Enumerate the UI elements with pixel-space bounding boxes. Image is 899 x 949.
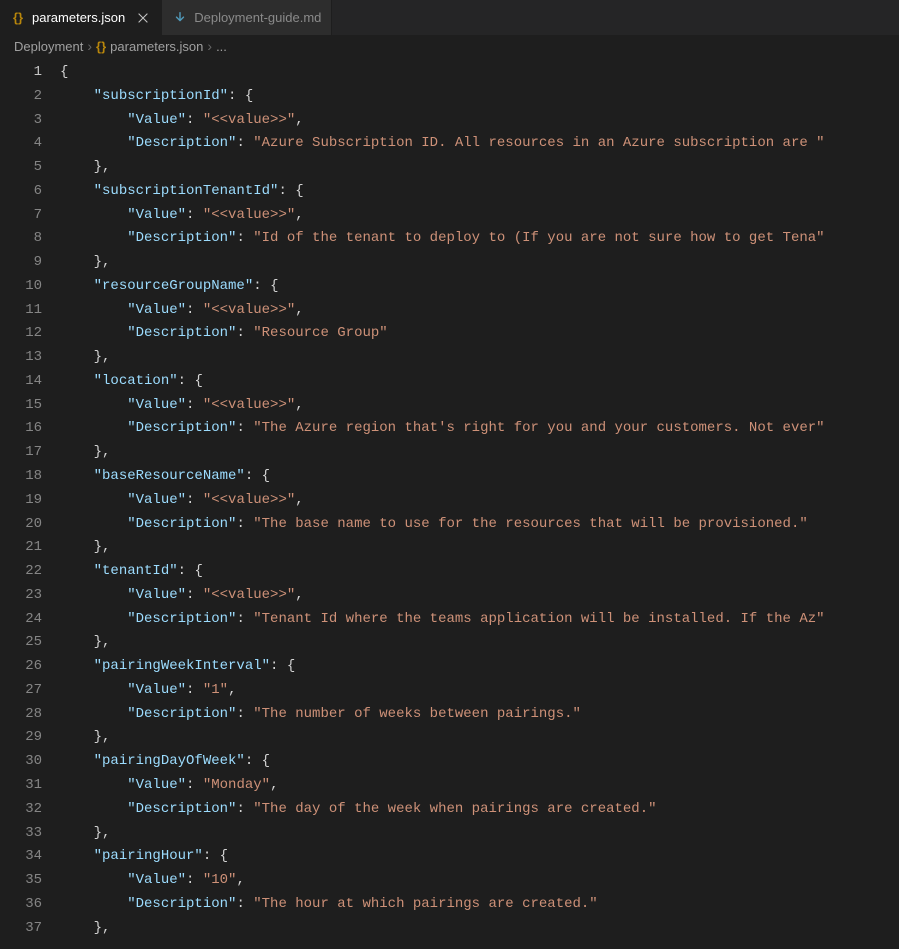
code-line[interactable]: "Description": "The number of weeks betw… <box>60 703 899 727</box>
line-number: 16 <box>0 417 42 441</box>
json-braces-icon: {} <box>10 10 26 26</box>
line-number: 23 <box>0 584 42 608</box>
tab-deployment-guide[interactable]: Deployment-guide.md <box>162 0 332 35</box>
line-number: 14 <box>0 370 42 394</box>
code-line[interactable]: }, <box>60 822 899 846</box>
line-number: 15 <box>0 394 42 418</box>
line-number: 25 <box>0 631 42 655</box>
tab-parameters-json[interactable]: {} parameters.json <box>0 0 162 35</box>
line-number: 10 <box>0 275 42 299</box>
line-number: 33 <box>0 822 42 846</box>
chevron-right-icon: › <box>207 38 212 54</box>
line-number: 28 <box>0 703 42 727</box>
tab-label: Deployment-guide.md <box>194 10 321 25</box>
line-number: 35 <box>0 869 42 893</box>
tabs-bar: {} parameters.json Deployment-guide.md <box>0 0 899 35</box>
line-number: 17 <box>0 441 42 465</box>
tab-label: parameters.json <box>32 10 125 25</box>
line-number: 8 <box>0 227 42 251</box>
line-number: 21 <box>0 536 42 560</box>
code-line[interactable]: }, <box>60 251 899 275</box>
breadcrumb-more[interactable]: ... <box>216 39 227 54</box>
line-number: 2 <box>0 85 42 109</box>
code-line[interactable]: "Value": "<<value>>", <box>60 489 899 513</box>
code-line[interactable]: "Description": "The Azure region that's … <box>60 417 899 441</box>
code-line[interactable]: "Description": "The base name to use for… <box>60 513 899 537</box>
code-line[interactable]: "Value": "10", <box>60 869 899 893</box>
line-number: 29 <box>0 726 42 750</box>
code-line[interactable]: "Value": "<<value>>", <box>60 299 899 323</box>
code-line[interactable]: "pairingWeekInterval": { <box>60 655 899 679</box>
line-number: 24 <box>0 608 42 632</box>
code-content[interactable]: { "subscriptionId": { "Value": "<<value>… <box>60 61 899 940</box>
chevron-right-icon: › <box>87 38 92 54</box>
line-number: 26 <box>0 655 42 679</box>
breadcrumb-file[interactable]: {} parameters.json <box>96 39 203 54</box>
line-number: 11 <box>0 299 42 323</box>
code-line[interactable]: "baseResourceName": { <box>60 465 899 489</box>
line-number: 22 <box>0 560 42 584</box>
line-number: 30 <box>0 750 42 774</box>
code-line[interactable]: "tenantId": { <box>60 560 899 584</box>
code-line[interactable]: }, <box>60 536 899 560</box>
code-line[interactable]: }, <box>60 726 899 750</box>
code-line[interactable]: "Description": "The day of the week when… <box>60 798 899 822</box>
code-line[interactable]: "Description": "Azure Subscription ID. A… <box>60 132 899 156</box>
code-line[interactable]: "resourceGroupName": { <box>60 275 899 299</box>
line-number: 9 <box>0 251 42 275</box>
code-line[interactable]: "pairingDayOfWeek": { <box>60 750 899 774</box>
code-line[interactable]: }, <box>60 631 899 655</box>
line-number: 19 <box>0 489 42 513</box>
line-number: 6 <box>0 180 42 204</box>
line-number: 4 <box>0 132 42 156</box>
line-number: 5 <box>0 156 42 180</box>
line-number: 31 <box>0 774 42 798</box>
code-line[interactable]: }, <box>60 156 899 180</box>
line-number: 36 <box>0 893 42 917</box>
line-number: 32 <box>0 798 42 822</box>
line-number: 27 <box>0 679 42 703</box>
line-number-gutter: 1234567891011121314151617181920212223242… <box>0 61 60 940</box>
breadcrumbs: Deployment › {} parameters.json › ... <box>0 35 899 57</box>
code-line[interactable]: "Description": "Id of the tenant to depl… <box>60 227 899 251</box>
code-line[interactable]: }, <box>60 441 899 465</box>
code-line[interactable]: "subscriptionTenantId": { <box>60 180 899 204</box>
line-number: 13 <box>0 346 42 370</box>
code-line[interactable]: "Value": "Monday", <box>60 774 899 798</box>
code-line[interactable]: }, <box>60 346 899 370</box>
json-braces-icon: {} <box>96 39 106 54</box>
line-number: 3 <box>0 109 42 133</box>
code-line[interactable]: "Description": "Tenant Id where the team… <box>60 608 899 632</box>
line-number: 20 <box>0 513 42 537</box>
code-line[interactable]: "Value": "<<value>>", <box>60 204 899 228</box>
code-line[interactable]: "Value": "1", <box>60 679 899 703</box>
markdown-arrow-icon <box>172 10 188 26</box>
code-line[interactable]: "Value": "<<value>>", <box>60 584 899 608</box>
code-line[interactable]: "Value": "<<value>>", <box>60 394 899 418</box>
code-line[interactable]: }, <box>60 917 899 941</box>
code-line[interactable]: { <box>60 61 899 85</box>
code-line[interactable]: "subscriptionId": { <box>60 85 899 109</box>
code-line[interactable]: "Description": "Resource Group" <box>60 322 899 346</box>
breadcrumb-deployment[interactable]: Deployment <box>14 39 83 54</box>
code-line[interactable]: "location": { <box>60 370 899 394</box>
close-icon[interactable] <box>135 10 151 26</box>
editor[interactable]: 1234567891011121314151617181920212223242… <box>0 57 899 940</box>
line-number: 37 <box>0 917 42 941</box>
line-number: 7 <box>0 204 42 228</box>
line-number: 12 <box>0 322 42 346</box>
line-number: 34 <box>0 845 42 869</box>
code-line[interactable]: "Value": "<<value>>", <box>60 109 899 133</box>
line-number: 18 <box>0 465 42 489</box>
code-line[interactable]: "pairingHour": { <box>60 845 899 869</box>
line-number: 1 <box>0 61 42 85</box>
code-line[interactable]: "Description": "The hour at which pairin… <box>60 893 899 917</box>
